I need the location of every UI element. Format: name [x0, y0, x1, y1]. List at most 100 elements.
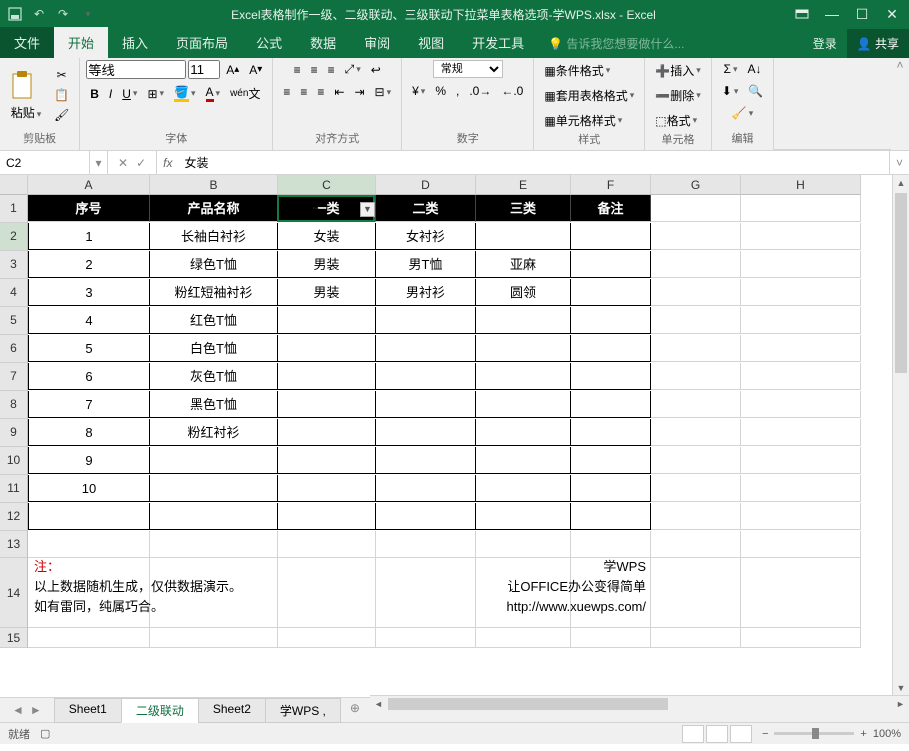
- zoom-in-icon[interactable]: +: [860, 728, 866, 740]
- increase-font-icon[interactable]: A▴: [222, 61, 243, 79]
- zoom-level[interactable]: 100%: [873, 728, 901, 740]
- table-cell[interactable]: 7: [28, 391, 150, 418]
- formula-input[interactable]: 女装: [178, 151, 889, 174]
- fx-icon[interactable]: fx: [157, 151, 178, 174]
- row-header[interactable]: 11: [0, 475, 28, 503]
- table-cell[interactable]: [376, 419, 476, 446]
- table-cell[interactable]: [571, 279, 651, 306]
- tab-prev-icon[interactable]: ◄: [12, 703, 24, 717]
- format-cells-button[interactable]: ⬚ 格式: [651, 110, 701, 131]
- table-cell[interactable]: 绿色T恤: [150, 251, 278, 278]
- table-cell[interactable]: [278, 447, 376, 474]
- table-cell[interactable]: 男T恤: [376, 251, 476, 278]
- table-cell[interactable]: [571, 447, 651, 474]
- table-cell[interactable]: 灰色T恤: [150, 363, 278, 390]
- scrollbar-thumb[interactable]: [895, 193, 907, 373]
- sheet-tab[interactable]: 学WPS ,: [265, 698, 341, 723]
- sort-filter-icon[interactable]: A↓: [743, 60, 765, 78]
- clear-button[interactable]: 🧹: [728, 104, 757, 122]
- table-cell[interactable]: 5: [28, 335, 150, 362]
- tab-file[interactable]: 文件: [0, 27, 54, 58]
- tab-data[interactable]: 数据: [296, 27, 350, 58]
- close-icon[interactable]: ✕: [879, 3, 905, 25]
- orientation-icon[interactable]: ⤢: [341, 60, 365, 79]
- select-all-corner[interactable]: [0, 175, 28, 195]
- table-cell[interactable]: [571, 307, 651, 334]
- font-name-input[interactable]: [86, 60, 186, 79]
- table-format-button[interactable]: ▦ 套用表格格式: [540, 85, 638, 106]
- table-cell[interactable]: 长袖白衬衫: [150, 223, 278, 250]
- table-cell[interactable]: [476, 391, 571, 418]
- table-cell[interactable]: 红色T恤: [150, 307, 278, 334]
- fill-color-button[interactable]: 🪣: [170, 83, 199, 104]
- table-cell[interactable]: [376, 307, 476, 334]
- tab-layout[interactable]: 页面布局: [162, 27, 242, 58]
- table-cell[interactable]: 女装: [278, 223, 376, 250]
- sheet-tab[interactable]: Sheet1: [54, 698, 122, 723]
- table-cell[interactable]: 4: [28, 307, 150, 334]
- page-break-view-icon[interactable]: [730, 725, 752, 743]
- tab-next-icon[interactable]: ►: [30, 703, 42, 717]
- table-cell[interactable]: [571, 503, 651, 530]
- column-header[interactable]: H: [741, 175, 861, 195]
- row-header[interactable]: 7: [0, 363, 28, 391]
- table-cell[interactable]: 1: [28, 223, 150, 250]
- table-cell[interactable]: [278, 475, 376, 502]
- table-cell[interactable]: [476, 335, 571, 362]
- align-left-icon[interactable]: ≡: [279, 83, 294, 101]
- table-cell[interactable]: 6: [28, 363, 150, 390]
- autosum-button[interactable]: Σ: [720, 60, 742, 78]
- table-cell[interactable]: [150, 503, 278, 530]
- decrease-decimal-icon[interactable]: ←.0: [497, 82, 527, 100]
- percent-format-icon[interactable]: %: [431, 82, 450, 100]
- border-button[interactable]: ⊞: [143, 85, 168, 103]
- cell-style-button[interactable]: ▦ 单元格样式: [540, 110, 626, 131]
- table-cell[interactable]: [376, 335, 476, 362]
- tab-developer[interactable]: 开发工具: [458, 27, 538, 58]
- qat-customize-icon[interactable]: [76, 3, 98, 25]
- increase-decimal-icon[interactable]: .0→: [465, 82, 495, 100]
- scrollbar-thumb[interactable]: [388, 698, 668, 710]
- cut-icon[interactable]: ✂: [50, 66, 73, 84]
- cancel-formula-icon[interactable]: ✕: [118, 156, 128, 170]
- font-size-input[interactable]: [188, 60, 220, 79]
- align-middle-icon[interactable]: ≡: [307, 61, 322, 79]
- find-select-icon[interactable]: 🔍: [744, 82, 767, 100]
- column-header[interactable]: D: [376, 175, 476, 195]
- redo-icon[interactable]: ↷: [52, 3, 74, 25]
- tab-insert[interactable]: 插入: [108, 27, 162, 58]
- macro-record-icon[interactable]: ▢: [40, 727, 50, 740]
- align-top-icon[interactable]: ≡: [290, 61, 305, 79]
- row-header[interactable]: 12: [0, 503, 28, 531]
- table-cell[interactable]: [376, 503, 476, 530]
- normal-view-icon[interactable]: [682, 725, 704, 743]
- table-cell[interactable]: [150, 447, 278, 474]
- table-cell[interactable]: 10: [28, 475, 150, 502]
- table-cell[interactable]: [376, 391, 476, 418]
- table-cell[interactable]: 亚麻: [476, 251, 571, 278]
- name-box[interactable]: C2: [0, 151, 90, 174]
- table-cell[interactable]: [476, 447, 571, 474]
- vertical-scrollbar[interactable]: ▲ ▼: [892, 175, 909, 697]
- merge-button[interactable]: ⊟: [371, 83, 396, 101]
- table-cell[interactable]: 圆领: [476, 279, 571, 306]
- sheet-tab[interactable]: Sheet2: [198, 698, 266, 723]
- column-header[interactable]: F: [571, 175, 651, 195]
- column-header[interactable]: G: [651, 175, 741, 195]
- table-cell[interactable]: [278, 307, 376, 334]
- align-right-icon[interactable]: ≡: [313, 83, 328, 101]
- table-cell[interactable]: 3: [28, 279, 150, 306]
- align-bottom-icon[interactable]: ≡: [324, 61, 339, 79]
- table-cell[interactable]: [571, 335, 651, 362]
- row-header[interactable]: 1: [0, 195, 28, 223]
- bold-button[interactable]: B: [86, 85, 103, 103]
- row-header[interactable]: 4: [0, 279, 28, 307]
- delete-cells-button[interactable]: ➖ 删除: [651, 85, 705, 106]
- zoom-slider[interactable]: [774, 732, 854, 735]
- row-header[interactable]: 10: [0, 447, 28, 475]
- accounting-format-icon[interactable]: ¥: [408, 82, 429, 100]
- table-cell[interactable]: 男装: [278, 251, 376, 278]
- login-button[interactable]: 登录: [803, 29, 847, 58]
- table-cell[interactable]: 男衬衫: [376, 279, 476, 306]
- save-icon[interactable]: [4, 3, 26, 25]
